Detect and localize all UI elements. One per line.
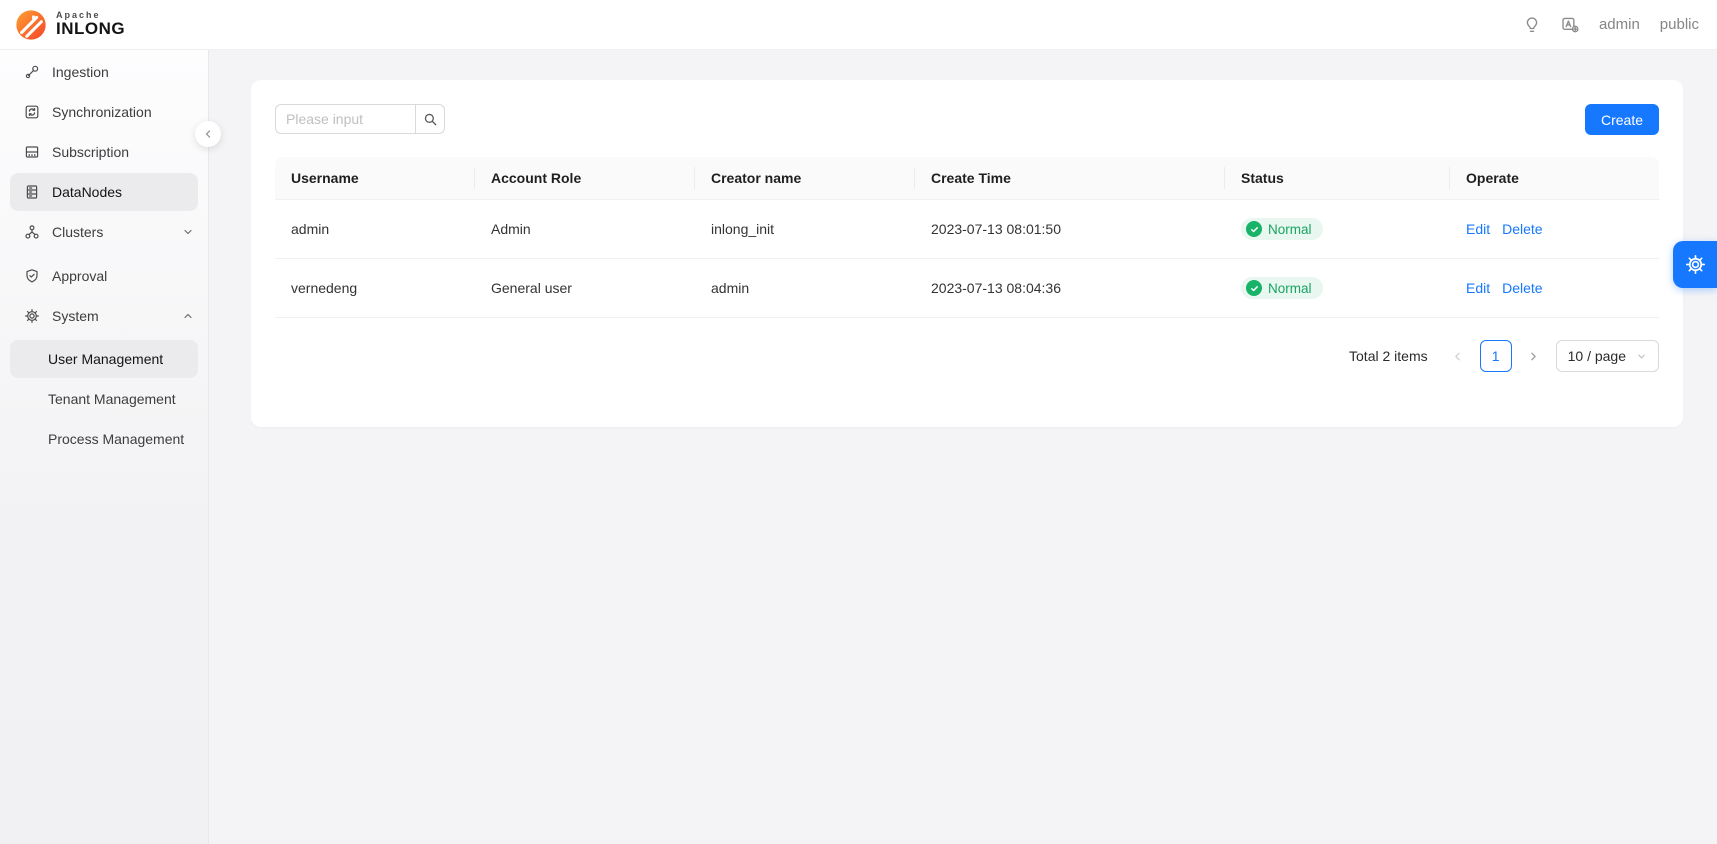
users-table: Username Account Role Creator name Creat…	[275, 157, 1659, 318]
sidebar-item-subscription[interactable]: Subscription	[0, 132, 208, 172]
sidebar-item-label: Tenant Management	[48, 391, 194, 407]
cell-username: admin	[275, 200, 475, 259]
pagination-total: Total 2 items	[1349, 348, 1428, 364]
gear-icon	[24, 308, 40, 324]
inlong-logo[interactable]: Apache INLONG	[14, 8, 125, 42]
synchronization-icon	[24, 104, 40, 120]
column-header-creator-name: Creator name	[695, 157, 915, 200]
sidebar-item-label: System	[52, 308, 170, 324]
edit-link[interactable]: Edit	[1466, 280, 1490, 296]
table-row: vernedeng General user admin 2023-07-13 …	[275, 259, 1659, 318]
status-label: Normal	[1268, 281, 1312, 296]
cell-status: Normal	[1225, 200, 1450, 259]
status-badge: Normal	[1241, 218, 1323, 240]
pagination: Total 2 items 1 10 / page	[275, 340, 1659, 372]
language-icon[interactable]	[1561, 16, 1579, 34]
sidebar-item-clusters[interactable]: Clusters	[0, 212, 208, 252]
sidebar-item-label: Subscription	[52, 144, 194, 160]
pagination-prev-button[interactable]	[1444, 340, 1472, 372]
cell-account-role: Admin	[475, 200, 695, 259]
chevron-down-icon	[1636, 351, 1647, 362]
sidebar-item-approval[interactable]: Approval	[0, 256, 208, 296]
cell-create-time: 2023-07-13 08:01:50	[915, 200, 1225, 259]
clusters-icon	[24, 224, 40, 240]
delete-link[interactable]: Delete	[1502, 221, 1542, 237]
table-row: admin Admin inlong_init 2023-07-13 08:01…	[275, 200, 1659, 259]
ingestion-icon	[24, 64, 40, 80]
sidebar-item-process-management[interactable]: Process Management	[0, 419, 208, 459]
header-actions: admin public	[1523, 16, 1699, 34]
search-icon	[423, 112, 438, 127]
chevron-up-icon	[182, 310, 194, 322]
current-user[interactable]: admin	[1599, 16, 1640, 33]
pagination-next-button[interactable]	[1520, 340, 1548, 372]
status-badge: Normal	[1241, 277, 1323, 299]
sidebar-item-label: Approval	[52, 268, 194, 284]
column-header-username: Username	[275, 157, 475, 200]
sidebar-item-synchronization[interactable]: Synchronization	[0, 92, 208, 132]
column-header-account-role: Account Role	[475, 157, 695, 200]
search-group	[275, 104, 445, 134]
cell-account-role: General user	[475, 259, 695, 318]
user-management-card: Create Username Account Role Creator nam…	[251, 80, 1683, 427]
cell-status: Normal	[1225, 259, 1450, 318]
sidebar-item-label: Ingestion	[52, 64, 194, 80]
sidebar-item-datanodes[interactable]: DataNodes	[10, 173, 198, 211]
delete-link[interactable]: Delete	[1502, 280, 1542, 296]
sidebar-item-system[interactable]: System	[0, 296, 208, 336]
create-button[interactable]: Create	[1585, 104, 1659, 135]
cell-operate: Edit Delete	[1450, 259, 1659, 318]
chevron-right-icon	[1527, 350, 1540, 363]
datanodes-icon	[24, 184, 40, 200]
sidebar-item-tenant-management[interactable]: Tenant Management	[0, 379, 208, 419]
search-button[interactable]	[415, 104, 445, 134]
sidebar: Ingestion Synchronization Subscription	[0, 50, 209, 844]
column-header-operate: Operate	[1450, 157, 1659, 200]
cell-username: vernedeng	[275, 259, 475, 318]
check-circle-icon	[1246, 280, 1262, 296]
table-header-row: Username Account Role Creator name Creat…	[275, 157, 1659, 200]
subscription-icon	[24, 144, 40, 160]
sidebar-item-label: Synchronization	[52, 104, 194, 120]
sidebar-collapse-button[interactable]	[195, 121, 221, 147]
gear-icon	[1685, 254, 1706, 275]
pagination-page-1[interactable]: 1	[1480, 340, 1512, 372]
current-tenant[interactable]: public	[1660, 16, 1699, 33]
inlong-logo-icon	[14, 8, 48, 42]
sidebar-item-label: DataNodes	[52, 184, 190, 200]
sidebar-item-label: Clusters	[52, 224, 170, 240]
chevron-left-icon	[1451, 350, 1464, 363]
cell-create-time: 2023-07-13 08:04:36	[915, 259, 1225, 318]
toolbar: Create	[275, 104, 1659, 134]
lightbulb-icon[interactable]	[1523, 16, 1541, 34]
logo-inlong-text: INLONG	[56, 20, 125, 38]
cell-operate: Edit Delete	[1450, 200, 1659, 259]
sidebar-item-label: User Management	[48, 351, 190, 367]
column-header-create-time: Create Time	[915, 157, 1225, 200]
cell-creator-name: admin	[695, 259, 915, 318]
top-header: Apache INLONG admin public	[0, 0, 1717, 50]
chevron-down-icon	[182, 226, 194, 238]
check-circle-icon	[1246, 221, 1262, 237]
sidebar-item-label: Process Management	[48, 431, 194, 447]
floating-settings-button[interactable]	[1673, 241, 1717, 288]
system-submenu: User Management Tenant Management Proces…	[0, 340, 208, 459]
edit-link[interactable]: Edit	[1466, 221, 1490, 237]
page-size-value: 10 / page	[1568, 348, 1626, 364]
main-content: Create Username Account Role Creator nam…	[209, 50, 1717, 844]
search-input[interactable]	[275, 104, 415, 134]
sidebar-item-ingestion[interactable]: Ingestion	[0, 52, 208, 92]
sidebar-item-user-management[interactable]: User Management	[10, 340, 198, 378]
chevron-left-icon	[202, 128, 214, 140]
approval-shield-icon	[24, 268, 40, 284]
status-label: Normal	[1268, 222, 1312, 237]
cell-creator-name: inlong_init	[695, 200, 915, 259]
column-header-status: Status	[1225, 157, 1450, 200]
page-size-select[interactable]: 10 / page	[1556, 340, 1659, 372]
